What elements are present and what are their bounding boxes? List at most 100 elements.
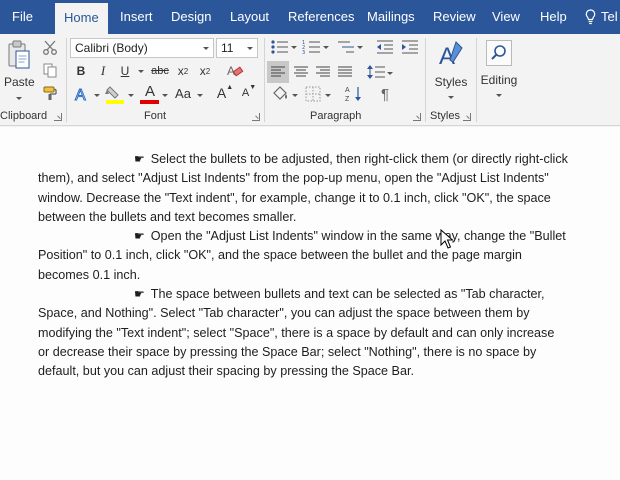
shrink-font-label: A bbox=[241, 87, 250, 99]
styles-group-label: Styles bbox=[430, 110, 460, 122]
clipboard-group-label: Clipboard bbox=[0, 110, 48, 122]
text-effects-dropdown-icon[interactable] bbox=[94, 94, 100, 97]
subscript-mark: 2 bbox=[183, 66, 189, 76]
paste-label[interactable]: Paste bbox=[4, 75, 35, 89]
tab-file[interactable]: File bbox=[12, 0, 33, 34]
hand-bullet-icon: ☛ bbox=[134, 152, 145, 166]
justify-icon[interactable] bbox=[334, 61, 356, 83]
cut-icon[interactable] bbox=[42, 39, 58, 55]
tab-mailings[interactable]: Mailings bbox=[367, 0, 415, 34]
hand-bullet-icon: ☛ bbox=[134, 229, 145, 243]
line-spacing-dropdown-icon[interactable] bbox=[387, 72, 393, 75]
font-color-letter: A bbox=[144, 82, 155, 100]
paragraph-launcher-icon[interactable] bbox=[413, 113, 421, 121]
underline-button[interactable]: U bbox=[117, 62, 133, 80]
styles-button-label[interactable]: Styles bbox=[432, 75, 470, 89]
paste-button[interactable] bbox=[4, 38, 34, 74]
superscript-button[interactable]: x2 bbox=[196, 62, 214, 80]
document-paragraph[interactable]: ☛ The space between bullets and text can … bbox=[38, 285, 568, 381]
bullets-icon[interactable] bbox=[270, 38, 290, 56]
font-size-combo[interactable]: 11 bbox=[216, 38, 258, 58]
search-icon bbox=[491, 45, 506, 60]
sort-icon[interactable]: A Z bbox=[344, 84, 364, 104]
borders-icon[interactable] bbox=[303, 84, 323, 104]
line-spacing-icon[interactable] bbox=[366, 61, 386, 83]
align-right-icon[interactable] bbox=[312, 61, 334, 83]
styles-dropdown-icon[interactable] bbox=[448, 96, 454, 99]
show-formatting-button[interactable]: ¶ bbox=[376, 84, 394, 104]
font-color-button[interactable]: A bbox=[140, 82, 160, 100]
svg-text:3: 3 bbox=[302, 50, 305, 56]
shrink-arrow-icon: ▼ bbox=[249, 84, 257, 91]
editing-button[interactable] bbox=[486, 40, 512, 66]
svg-text:A: A bbox=[345, 87, 350, 94]
grow-font-label: A bbox=[216, 85, 227, 101]
tab-references[interactable]: References bbox=[288, 0, 354, 34]
subscript-button[interactable]: x2 bbox=[174, 62, 192, 80]
tab-design[interactable]: Design bbox=[171, 0, 211, 34]
document-paragraph[interactable]: ☛ Open the "Adjust List Indents" window i… bbox=[38, 227, 568, 285]
align-left-icon bbox=[271, 66, 285, 77]
multilevel-list-icon[interactable] bbox=[336, 38, 356, 56]
tab-tell-me[interactable]: Tel bbox=[601, 0, 618, 34]
document-paragraph[interactable]: ☛ Select the bullets to be adjusted, then… bbox=[38, 150, 568, 227]
svg-text:A: A bbox=[75, 87, 86, 104]
ribbon: Paste Clipboard Calibri (Body) 11 B I U … bbox=[0, 34, 620, 126]
underline-dropdown-icon[interactable] bbox=[138, 70, 144, 73]
decrease-indent-icon[interactable] bbox=[375, 38, 395, 56]
tab-insert[interactable]: Insert bbox=[120, 0, 153, 34]
group-divider bbox=[264, 38, 265, 122]
group-divider bbox=[425, 38, 426, 122]
highlight-dropdown-icon[interactable] bbox=[128, 94, 134, 97]
tab-layout[interactable]: Layout bbox=[230, 0, 269, 34]
clear-formatting-icon[interactable]: A bbox=[226, 62, 244, 80]
editing-dropdown-icon[interactable] bbox=[496, 94, 502, 97]
shading-icon[interactable] bbox=[270, 84, 290, 104]
change-case-button[interactable]: Aa bbox=[172, 84, 194, 102]
svg-text:Z: Z bbox=[345, 96, 350, 103]
tab-home[interactable]: Home bbox=[55, 3, 108, 34]
numbering-dropdown-icon[interactable] bbox=[323, 46, 329, 49]
bold-button[interactable]: B bbox=[73, 62, 89, 80]
group-divider bbox=[66, 38, 67, 122]
styles-launcher-icon[interactable] bbox=[463, 113, 471, 121]
numbering-icon[interactable]: 1 2 3 bbox=[302, 38, 322, 56]
tab-review[interactable]: Review bbox=[433, 0, 476, 34]
paste-dropdown-icon[interactable] bbox=[16, 97, 22, 100]
grow-font-button[interactable]: A ▲ bbox=[216, 84, 234, 102]
shrink-font-button[interactable]: A ▼ bbox=[240, 84, 258, 102]
bullets-dropdown-icon[interactable] bbox=[291, 46, 297, 49]
change-case-dropdown-icon[interactable] bbox=[197, 94, 203, 97]
styles-icon[interactable]: A bbox=[436, 38, 466, 72]
clipboard-launcher-icon[interactable] bbox=[54, 113, 62, 121]
borders-dropdown-icon[interactable] bbox=[325, 94, 331, 97]
text-effects-icon[interactable]: A bbox=[72, 84, 92, 105]
paste-icon bbox=[8, 40, 30, 69]
document-page[interactable]: ☛ Select the bullets to be adjusted, then… bbox=[0, 127, 620, 480]
mouse-cursor-icon bbox=[440, 229, 454, 249]
shading-dropdown-icon[interactable] bbox=[292, 94, 298, 97]
tab-help[interactable]: Help bbox=[540, 0, 567, 34]
font-size-value: 11 bbox=[221, 41, 234, 55]
font-color-dropdown-icon[interactable] bbox=[162, 94, 168, 97]
lightbulb-icon[interactable] bbox=[585, 9, 596, 25]
paragraph-group-label: Paragraph bbox=[310, 110, 362, 122]
editing-button-label[interactable]: Editing bbox=[478, 73, 520, 87]
multilevel-dropdown-icon[interactable] bbox=[357, 46, 363, 49]
align-left-button[interactable] bbox=[267, 61, 289, 83]
highlight-icon[interactable] bbox=[104, 83, 126, 105]
font-name-dropdown-icon[interactable] bbox=[203, 47, 209, 50]
superscript-mark: 2 bbox=[205, 66, 211, 76]
font-group-label: Font bbox=[144, 110, 167, 122]
font-launcher-icon[interactable] bbox=[252, 113, 260, 121]
font-size-dropdown-icon[interactable] bbox=[247, 47, 253, 50]
ribbon-tab-bar: File Home Insert Design Layout Reference… bbox=[0, 0, 620, 34]
tab-view[interactable]: View bbox=[492, 0, 520, 34]
format-painter-icon[interactable] bbox=[42, 85, 58, 101]
align-center-icon[interactable] bbox=[290, 61, 312, 83]
strikethrough-button[interactable]: abc bbox=[149, 62, 171, 80]
increase-indent-icon[interactable] bbox=[400, 38, 420, 56]
copy-icon[interactable] bbox=[42, 62, 58, 78]
font-name-combo[interactable]: Calibri (Body) bbox=[70, 38, 214, 58]
italic-button[interactable]: I bbox=[95, 62, 111, 80]
